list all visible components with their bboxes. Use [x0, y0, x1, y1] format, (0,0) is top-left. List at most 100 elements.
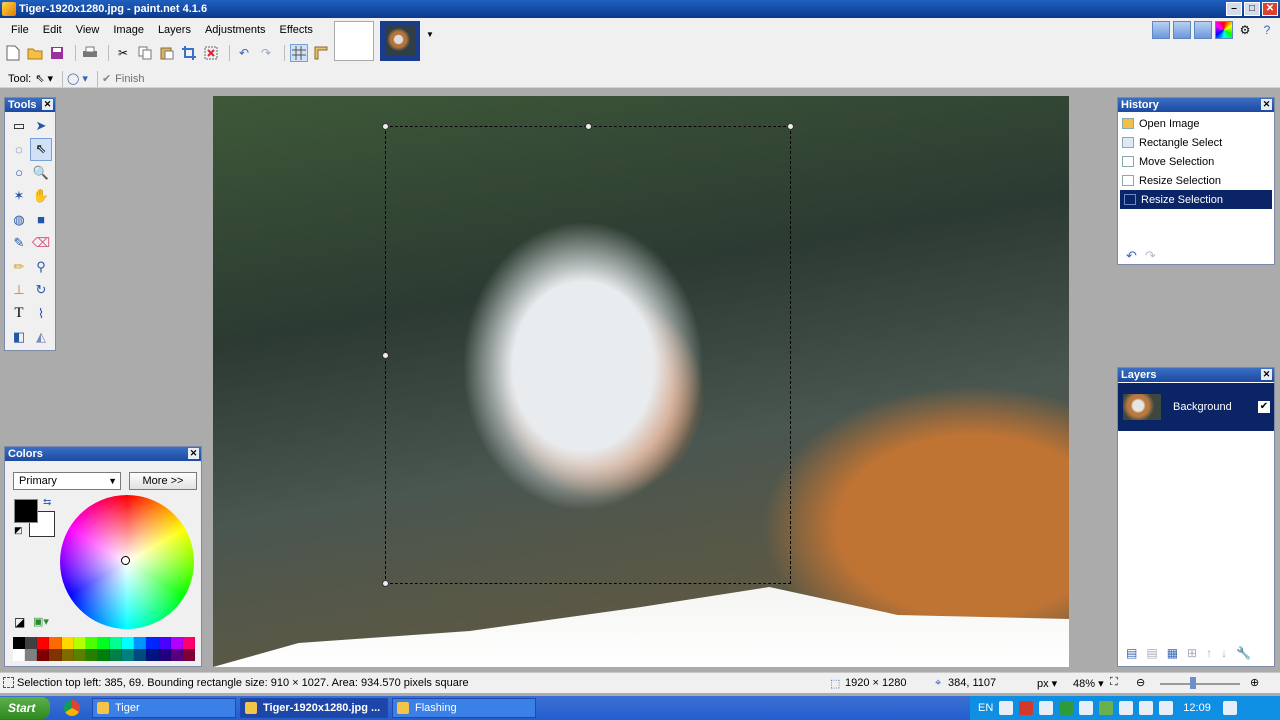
menu-file[interactable]: File	[4, 22, 36, 38]
save-icon[interactable]	[48, 44, 66, 62]
menu-adjustments[interactable]: Adjustments	[198, 22, 273, 38]
language-indicator[interactable]: EN	[978, 702, 993, 714]
history-item[interactable]: Rectangle Select	[1118, 133, 1274, 152]
palette-swatch[interactable]	[122, 649, 135, 661]
history-item[interactable]: Resize Selection	[1118, 171, 1274, 190]
palette-swatch[interactable]	[110, 649, 123, 661]
palette-swatch[interactable]	[49, 637, 62, 649]
color-picker-icon[interactable]: ⚲	[30, 255, 52, 279]
tools-toggle-icon[interactable]	[1152, 21, 1170, 39]
palette-menu-icon[interactable]: ▣▾	[33, 615, 49, 628]
close-icon[interactable]: ✕	[188, 448, 199, 459]
zoom-in-icon[interactable]: ⊕	[1250, 676, 1259, 689]
tray-app-icon[interactable]	[1119, 701, 1134, 715]
gear-icon[interactable]: ⚙	[1236, 21, 1254, 39]
show-desktop-icon[interactable]	[1222, 701, 1237, 715]
palette-swatch[interactable]	[73, 649, 86, 661]
paint-bucket-icon[interactable]: ◍	[8, 208, 30, 232]
reset-colors-icon[interactable]: ◩	[14, 525, 23, 536]
primary-color-swatch[interactable]	[14, 499, 38, 523]
palette-swatch[interactable]	[85, 637, 98, 649]
deselect-icon[interactable]	[202, 44, 220, 62]
pencil-icon[interactable]: ✏	[8, 255, 30, 279]
text-icon[interactable]: T	[8, 302, 30, 326]
units-select[interactable]: px ▾	[1037, 677, 1057, 690]
palette-swatch[interactable]	[170, 637, 183, 649]
cut-icon[interactable]: ✂	[114, 44, 132, 62]
menu-image[interactable]: Image	[106, 22, 151, 38]
paintbrush-icon[interactable]: ✎	[8, 232, 30, 256]
zoom-to-window-icon[interactable]: ⛶	[1110, 676, 1118, 689]
tray-app-icon[interactable]	[1079, 701, 1094, 715]
selection-handle-bottom-left[interactable]	[382, 580, 389, 587]
lasso-select-icon[interactable]: ◌	[8, 138, 30, 162]
start-button[interactable]: Start	[0, 697, 50, 719]
move-selection-icon[interactable]: ⇖	[30, 137, 52, 161]
move-selected-icon[interactable]: ➤	[30, 114, 52, 138]
swap-colors-icon[interactable]: ⇆	[43, 497, 51, 508]
line-curve-icon[interactable]: ⌇	[30, 302, 52, 326]
magic-wand-icon[interactable]: ✶	[8, 185, 30, 209]
palette-swatch[interactable]	[122, 637, 135, 649]
clone-stamp-icon[interactable]: ⊥	[8, 279, 30, 303]
palette-swatch[interactable]	[25, 649, 38, 661]
layers-toggle-icon[interactable]	[1194, 21, 1212, 39]
history-item[interactable]: Open Image	[1118, 114, 1274, 133]
selection-handle-top[interactable]	[585, 123, 592, 130]
palette-swatch[interactable]	[134, 637, 147, 649]
color-wheel-marker[interactable]	[121, 556, 130, 565]
maximize-button[interactable]: □	[1244, 2, 1260, 16]
history-item[interactable]: Move Selection	[1118, 152, 1274, 171]
eraser-icon[interactable]: ⌫	[30, 232, 52, 256]
shapes-icon[interactable]: ◭	[30, 326, 52, 350]
tray-app-icon[interactable]	[999, 701, 1014, 715]
zoom-slider[interactable]	[1160, 683, 1240, 685]
palette-swatch[interactable]	[61, 649, 74, 661]
print-icon[interactable]	[81, 44, 99, 62]
palette-swatch[interactable]	[37, 649, 50, 661]
tray-app-icon[interactable]	[1159, 701, 1174, 715]
palette-swatch[interactable]	[97, 637, 111, 649]
close-icon[interactable]: ✕	[42, 99, 53, 110]
zoom-icon[interactable]: 🔍	[30, 161, 52, 185]
minimize-button[interactable]: –	[1226, 2, 1242, 16]
zoom-out-icon[interactable]: ⊖	[1136, 676, 1145, 689]
chrome-icon[interactable]	[64, 700, 80, 716]
chevron-down-icon[interactable]: ▼	[426, 30, 434, 39]
palette-swatch[interactable]	[146, 637, 159, 649]
color-mode-select[interactable]: Primary ▼	[13, 472, 121, 490]
palette-swatch[interactable]	[25, 637, 38, 649]
palette-swatch[interactable]	[97, 649, 111, 661]
taskbar-item-paintnet[interactable]: Tiger-1920x1280.jpg ...	[240, 698, 388, 718]
colors-toggle-icon[interactable]	[1215, 21, 1233, 39]
tray-app-icon[interactable]	[1059, 701, 1074, 715]
undo-icon[interactable]: ↶	[1126, 248, 1137, 264]
tray-app-icon[interactable]	[1019, 701, 1034, 715]
taskbar-item-tiger[interactable]: Tiger	[92, 698, 236, 718]
palette-swatch[interactable]	[85, 649, 98, 661]
recolor-icon[interactable]: ↻	[30, 279, 52, 303]
paste-icon[interactable]	[158, 44, 176, 62]
palette-swatch[interactable]	[49, 649, 62, 661]
duplicate-layer-icon[interactable]: ▦	[1167, 646, 1178, 660]
palette-swatch[interactable]	[61, 637, 74, 649]
help-icon[interactable]: ?	[1258, 21, 1276, 39]
selection-handle-top-right[interactable]	[787, 123, 794, 130]
layer-properties-icon[interactable]: 🔧	[1236, 646, 1251, 660]
color-wheel[interactable]	[60, 495, 194, 629]
move-layer-down-icon[interactable]: ↓	[1221, 646, 1227, 660]
pixel-grid-icon[interactable]	[290, 44, 308, 62]
close-button[interactable]: ✕	[1262, 2, 1278, 16]
more-colors-button[interactable]: More >>	[129, 472, 197, 490]
palette-swatch[interactable]	[158, 637, 171, 649]
move-layer-up-icon[interactable]: ↑	[1206, 646, 1212, 660]
merge-layer-icon[interactable]: ⊞	[1187, 646, 1197, 660]
history-item-selected[interactable]: Resize Selection	[1120, 190, 1272, 209]
redo-icon[interactable]: ↷	[257, 44, 275, 62]
tray-app-icon[interactable]	[1099, 701, 1114, 715]
image-thumbnail-tiger[interactable]	[380, 21, 420, 61]
image-thumbnail-blank[interactable]	[334, 21, 374, 61]
palette-swatch[interactable]	[158, 649, 171, 661]
palette-swatch[interactable]	[182, 649, 195, 661]
new-file-icon[interactable]	[4, 44, 22, 62]
